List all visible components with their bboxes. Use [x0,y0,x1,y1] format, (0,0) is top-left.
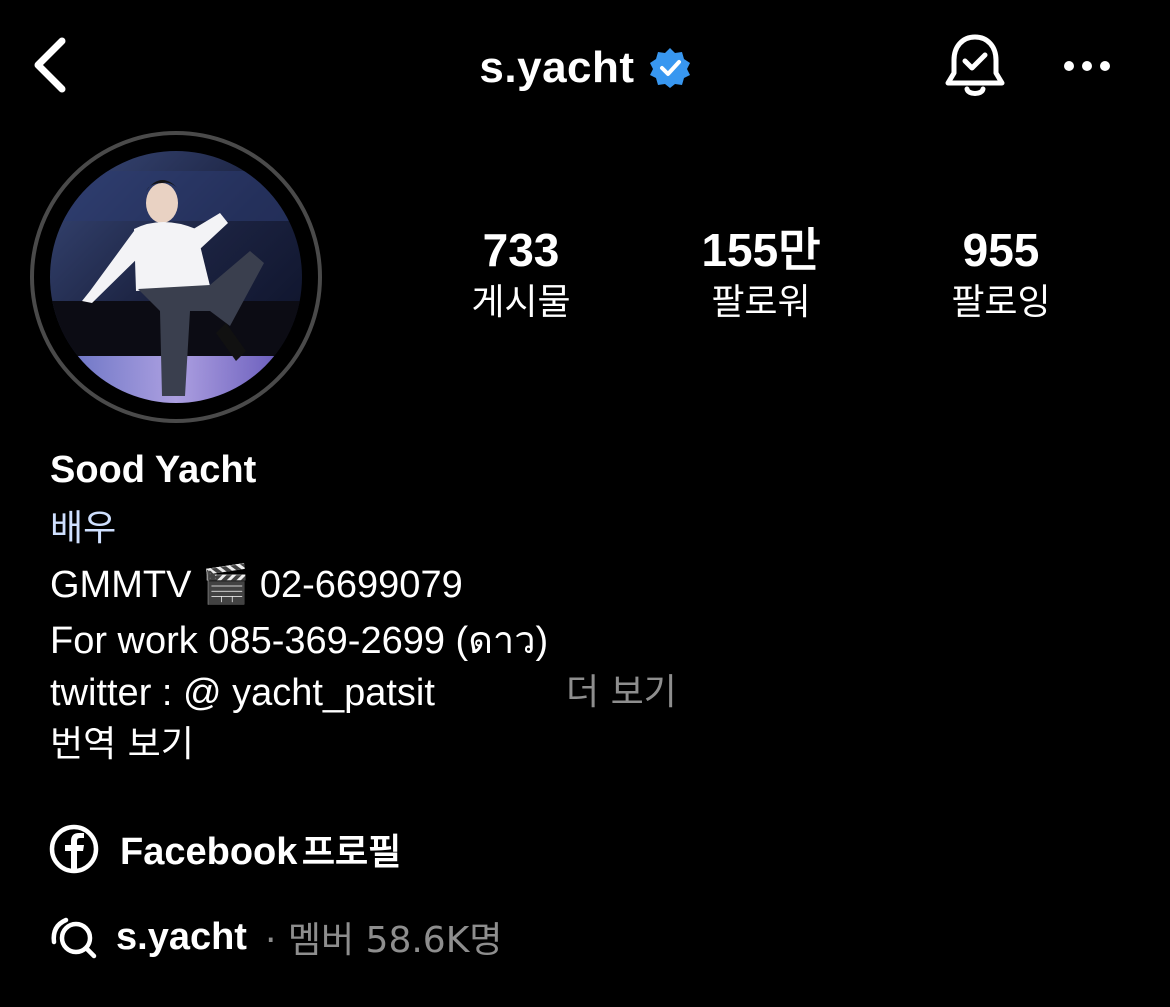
bio-line-twitter: twitter : @ yacht_patsit [50,672,435,714]
stat-followers[interactable]: 155만 팔로워 [661,222,861,326]
more-options-button[interactable] [1054,46,1120,86]
stat-posts-label: 게시물 [471,282,571,323]
stat-following-label: 팔로잉 [951,282,1051,323]
header-username: s.yacht [479,43,635,92]
avatar[interactable] [50,151,302,403]
more-horizontal-icon [1064,61,1110,71]
facebook-suffix: 프로필 [301,832,402,873]
facebook-label: Facebook [120,831,298,873]
stat-followers-label: 팔로워 [711,282,811,323]
channel-name: s.yacht [116,915,247,958]
stat-posts[interactable]: 733 게시물 [421,222,621,326]
verified-badge-icon [649,48,690,88]
channel-member-count: · 멤버 58.6K명 [264,920,503,961]
stat-following-value: 955 [962,224,1040,276]
stat-following[interactable]: 955 팔로잉 [901,222,1101,326]
stat-posts-value: 733 [482,224,560,276]
profile-category[interactable]: 배우 [50,504,116,554]
facebook-icon [49,824,99,874]
broadcast-channel-link[interactable]: s.yacht · 멤버 58.6K명 [48,908,502,966]
bell-check-icon [945,34,1005,96]
facebook-profile-link[interactable]: Facebook 프로필 [48,820,401,878]
see-translation-link[interactable]: 번역 보기 [50,720,194,770]
notification-button[interactable] [940,30,1010,104]
see-more-link[interactable]: 더 보기 [566,668,677,718]
broadcast-channel-icon [51,917,97,959]
bio-line-work: For work 085-369-2699 (ดาว) [50,620,549,662]
profile-name: Sood Yacht [50,449,257,491]
stat-followers-value: 155만 [701,224,821,276]
avatar-photo [50,151,302,403]
bio-line-gmmtv: GMMTV 🎬 02-6699079 [50,564,463,606]
